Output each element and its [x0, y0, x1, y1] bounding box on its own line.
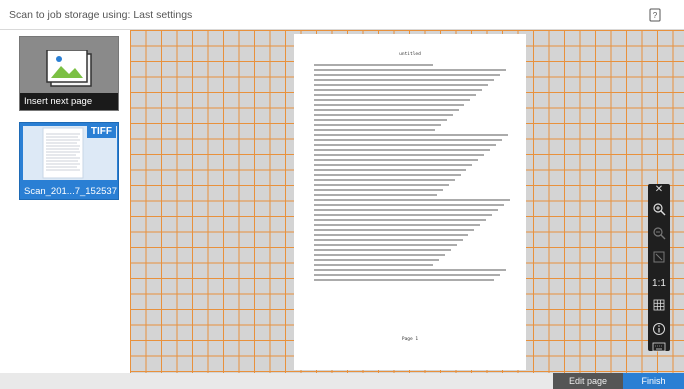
document-text-line	[314, 279, 495, 281]
document-text-line	[314, 219, 487, 221]
document-text-line	[314, 174, 461, 176]
document-text-line	[314, 69, 507, 71]
thumbnail-filename: Scan_201...7_152537	[24, 186, 117, 197]
document-text-line	[314, 114, 453, 116]
document-text-line	[314, 204, 505, 206]
document-text-lines	[314, 64, 512, 344]
keyboard-icon[interactable]	[650, 338, 668, 356]
document-text-line	[314, 274, 501, 276]
document-text-line	[314, 259, 439, 261]
help-icon[interactable]: ?	[648, 8, 662, 22]
document-text-line	[314, 214, 493, 216]
document-text-line	[314, 209, 499, 211]
document-heading: untitled	[399, 52, 421, 57]
document-text-line	[314, 79, 495, 81]
document-text-line	[314, 234, 469, 236]
file-type-badge: TIFF	[86, 125, 116, 138]
document-text-line	[314, 269, 507, 271]
document-text-line	[314, 164, 473, 166]
document-text-line	[314, 74, 501, 76]
zoom-out-icon[interactable]	[650, 224, 668, 242]
document-text-line	[314, 94, 477, 96]
document-text-line	[314, 264, 433, 266]
document-text-line	[314, 179, 455, 181]
finish-button[interactable]: Finish	[623, 373, 684, 389]
document-text-line	[314, 129, 435, 131]
document-text-line	[314, 194, 437, 196]
document-text-line	[314, 119, 447, 121]
document-text-line	[314, 224, 481, 226]
document-text-line	[314, 139, 503, 141]
close-toolbar-icon[interactable]: ✕	[648, 184, 670, 196]
document-text-line	[314, 159, 479, 161]
document-text-line	[314, 99, 471, 101]
document-text-line	[314, 89, 483, 91]
document-text-line	[314, 64, 433, 66]
document-text-line	[314, 229, 475, 231]
document-text-line	[314, 239, 463, 241]
document-text-line	[314, 84, 489, 86]
page-thumbnail[interactable]: TIFF Scan_201...7_152537	[19, 122, 119, 200]
document-text-line	[314, 104, 465, 106]
preview-canvas[interactable]: untitled Page 1	[130, 30, 684, 373]
document-text-line	[314, 149, 491, 151]
top-bar: Scan to job storage using: Last settings…	[0, 0, 684, 30]
document-text-line	[314, 184, 449, 186]
image-icon	[46, 50, 92, 87]
zoom-in-icon[interactable]	[650, 200, 668, 218]
page-thumbnails-sidebar: Insert next page TIFF Scan_201...7_15253…	[0, 30, 130, 373]
edit-page-button[interactable]: Edit page	[553, 373, 623, 389]
document-text-line	[314, 199, 511, 201]
fit-to-window-icon[interactable]	[650, 248, 668, 266]
document-text-line	[314, 244, 457, 246]
scanned-page: untitled Page 1	[294, 34, 526, 370]
document-text-line	[314, 134, 509, 136]
actual-size-button[interactable]: 1:1	[650, 274, 668, 292]
insert-next-page-button[interactable]: Insert next page	[19, 36, 119, 111]
document-text-line	[314, 144, 497, 146]
document-page-footer: Page 1	[401, 337, 419, 342]
info-icon[interactable]	[650, 320, 668, 338]
document-text-line	[314, 154, 485, 156]
document-text-line	[314, 254, 445, 256]
svg-text:?: ?	[653, 11, 658, 20]
insert-next-page-label: Insert next page	[20, 93, 118, 110]
document-text-line	[314, 124, 441, 126]
viewer-toolbar: ✕ 1:1	[648, 184, 670, 352]
document-text-line	[314, 109, 459, 111]
document-text-line	[314, 189, 443, 191]
document-text-line	[314, 169, 467, 171]
grid-icon[interactable]	[650, 296, 668, 314]
document-text-line	[314, 249, 451, 251]
page-title: Scan to job storage using: Last settings	[9, 9, 193, 21]
